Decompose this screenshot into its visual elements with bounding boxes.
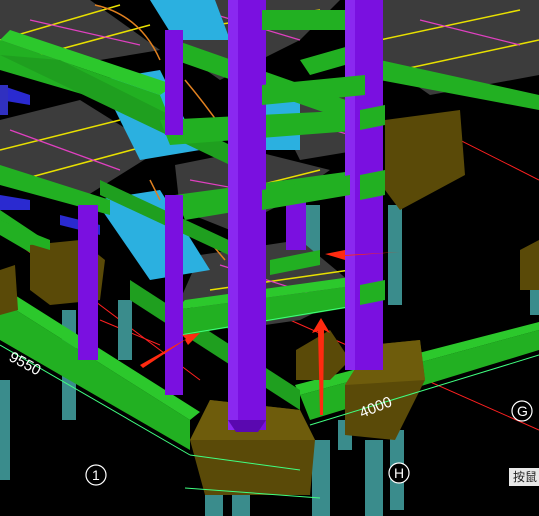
axis-bubble-1: 1	[85, 464, 107, 486]
axis-bubble-h: H	[388, 462, 410, 484]
structural-model-scene[interactable]: 9550 4000 1 H G	[0, 0, 539, 516]
axis-label-g: G	[517, 403, 528, 419]
axis-label-1: 1	[92, 467, 100, 483]
axis-label-h: H	[394, 465, 404, 481]
mouse-hint-tooltip: 按鼠	[509, 468, 539, 486]
axis-bubble-g: G	[511, 400, 533, 422]
3d-model-viewport[interactable]: 9550 4000 1 H G 按鼠	[0, 0, 539, 516]
